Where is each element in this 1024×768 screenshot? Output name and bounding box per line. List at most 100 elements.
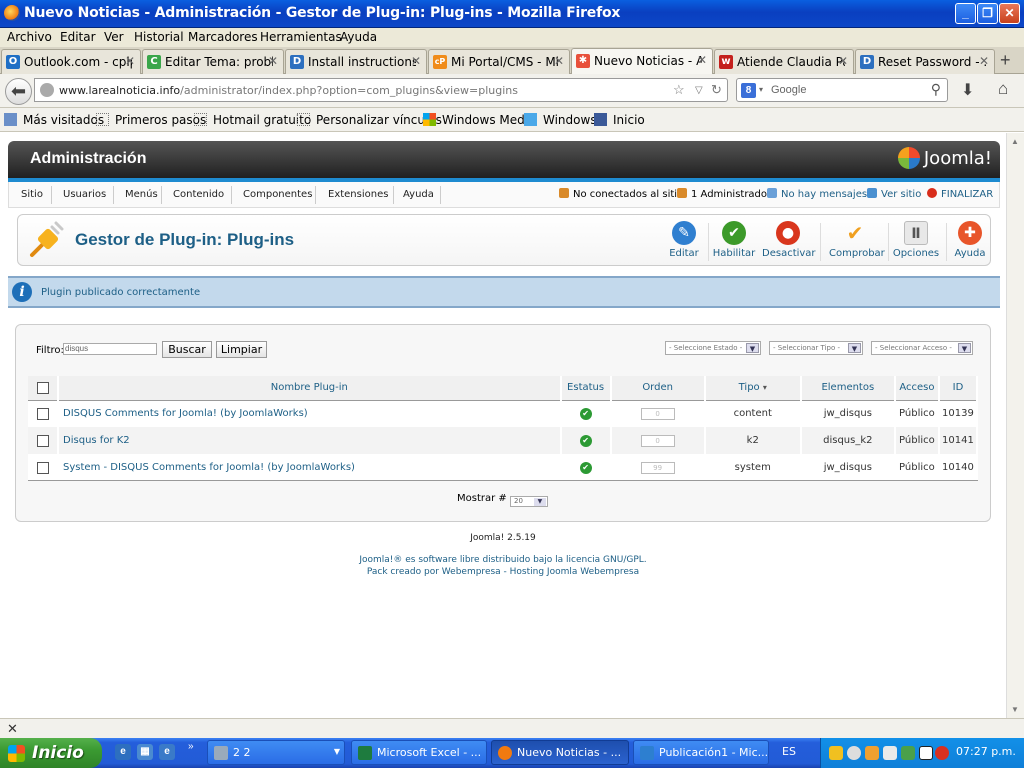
home-icon[interactable]: ⌂ xyxy=(998,79,1008,99)
published-check-icon[interactable]: ✔ xyxy=(579,434,592,447)
menu-menus[interactable]: Menús xyxy=(125,189,158,200)
tab-close-icon[interactable]: ✕ xyxy=(554,54,564,68)
bookmark-personalizar[interactable]: Personalizar vínculos xyxy=(297,113,442,127)
browser-icon[interactable]: e xyxy=(159,744,175,760)
url-bar[interactable]: www.larealnoticia.info/administrator/ind… xyxy=(34,78,728,102)
tab-close-icon[interactable]: ✕ xyxy=(411,54,421,68)
menu-ver[interactable]: Ver xyxy=(104,30,124,44)
tab-reset-password[interactable]: D Reset Password - ... ✕ xyxy=(855,49,995,74)
window-title-bar[interactable]: Nuevo Noticias - Administración - Gestor… xyxy=(0,0,1024,28)
scroll-up-icon[interactable]: ▲ xyxy=(1011,137,1019,146)
tray-app-icon[interactable] xyxy=(883,746,897,760)
bookmark-primeros-pasos[interactable]: Primeros pasos xyxy=(96,113,206,127)
tray-app-icon[interactable] xyxy=(847,746,861,760)
menu-historial[interactable]: Historial xyxy=(134,30,184,44)
messages-link[interactable]: No hay mensajes xyxy=(767,188,867,200)
menu-ayuda-admin[interactable]: Ayuda xyxy=(403,189,434,200)
quicklaunch-expand-icon[interactable]: » xyxy=(188,741,194,752)
help-button[interactable]: ✚ Ayuda xyxy=(944,221,996,259)
tab-mi-portal[interactable]: cP Mi Portal/CMS - Mi... ✕ xyxy=(428,49,570,74)
webempresa-link[interactable]: Pack creado por Webempresa - Hosting Joo… xyxy=(0,567,1006,577)
download-icon[interactable]: ⬇ xyxy=(961,80,974,100)
vertical-scrollbar[interactable]: ▲ ▼ xyxy=(1006,133,1024,718)
filter-search-input[interactable]: disqus xyxy=(63,343,157,355)
tab-atiende-claudia[interactable]: w Atiende Claudia Pa... ✕ xyxy=(714,49,854,74)
tray-app-icon[interactable] xyxy=(919,746,933,760)
header-type[interactable]: Tipo ▾ xyxy=(704,376,802,401)
shield-icon[interactable] xyxy=(829,746,843,760)
header-status[interactable]: Estatus xyxy=(560,376,612,401)
tray-app-icon[interactable] xyxy=(865,746,879,760)
disable-button[interactable]: ● Desactivar xyxy=(762,221,816,259)
view-site-link[interactable]: Ver sitio xyxy=(867,188,921,200)
row-checkbox[interactable] xyxy=(36,434,49,447)
search-icon[interactable]: ⚲ xyxy=(931,81,941,98)
menu-editar[interactable]: Editar xyxy=(60,30,96,44)
menu-extensiones[interactable]: Extensiones xyxy=(328,189,388,200)
menu-herramientas[interactable]: Herramientas xyxy=(260,30,342,44)
plugin-name-link[interactable]: Disqus for K2 xyxy=(58,427,562,454)
back-button[interactable]: ⬅ xyxy=(5,78,32,105)
clear-button[interactable]: Limpiar xyxy=(216,341,267,358)
access-select[interactable]: - Seleccionar Acceso - ▼ xyxy=(871,341,973,355)
engine-dropdown-icon[interactable]: ▾ xyxy=(759,85,763,94)
bookmark-mas-visitados[interactable]: Más visitados xyxy=(4,113,104,127)
row-checkbox[interactable] xyxy=(36,407,49,420)
task-excel[interactable]: Microsoft Excel - ... xyxy=(351,740,487,765)
tab-install-instructions[interactable]: D Install instructions ... ✕ xyxy=(285,49,427,74)
reload-icon[interactable]: ↻ xyxy=(711,82,722,98)
search-box[interactable]: 8 ▾ Google ⚲ xyxy=(736,78,948,102)
task-publisher[interactable]: Publicación1 - Mic... xyxy=(633,740,769,765)
header-name[interactable]: Nombre Plug-in xyxy=(58,376,562,401)
published-check-icon[interactable]: ✔ xyxy=(579,461,592,474)
header-id[interactable]: ID xyxy=(938,376,979,401)
edit-button[interactable]: ✎ Editar xyxy=(658,221,710,259)
network-icon[interactable] xyxy=(901,746,915,760)
limit-select[interactable]: 20 ▼ xyxy=(509,496,548,507)
logout-link[interactable]: FINALIZAR xyxy=(927,188,993,200)
order-input[interactable]: 99 xyxy=(640,461,675,474)
license-link[interactable]: Joomla!® es software libre distribuido b… xyxy=(0,555,1006,565)
checkin-button[interactable]: ✔ Comprobar xyxy=(829,221,885,259)
select-all-checkbox[interactable] xyxy=(36,381,49,394)
bookmark-inicio[interactable]: Inicio xyxy=(594,113,645,127)
header-element[interactable]: Elementos xyxy=(800,376,896,401)
order-input[interactable]: 0 xyxy=(640,434,675,447)
plugin-name-link[interactable]: DISQUS Comments for Joomla! (by JoomlaWo… xyxy=(58,400,562,427)
menu-sitio[interactable]: Sitio xyxy=(21,189,43,200)
menu-usuarios[interactable]: Usuarios xyxy=(63,189,106,200)
bookmark-windows-media[interactable]: Windows Media xyxy=(423,113,535,127)
bookmark-windows[interactable]: Windows xyxy=(524,113,597,127)
clock[interactable]: 07:27 p.m. xyxy=(956,745,1016,758)
scroll-down-icon[interactable]: ▼ xyxy=(1011,705,1019,714)
tab-nuevo-noticias[interactable]: ✱ Nuevo Noticias - A... ✕ xyxy=(571,48,713,75)
close-addon-bar-icon[interactable]: ✕ xyxy=(7,721,18,737)
tab-outlook[interactable]: O Outlook.com - cplp... ✕ xyxy=(1,49,141,74)
published-check-icon[interactable]: ✔ xyxy=(579,407,592,420)
bookmark-star-icon[interactable]: ☆ xyxy=(673,82,685,98)
menu-componentes[interactable]: Componentes xyxy=(243,189,312,200)
task-firefox[interactable]: Nuevo Noticias - ... xyxy=(491,740,629,765)
enable-button[interactable]: ✔ Habilitar xyxy=(708,221,760,259)
menu-archivo[interactable]: Archivo xyxy=(7,30,52,44)
menu-marcadores[interactable]: Marcadores xyxy=(188,30,258,44)
start-button[interactable]: Inicio xyxy=(0,738,102,768)
order-input[interactable]: 0 xyxy=(640,407,675,420)
close-window-button[interactable]: ✕ xyxy=(999,3,1020,24)
plugin-name-link[interactable]: System - DISQUS Comments for Joomla! (by… xyxy=(58,454,562,481)
history-dropdown-icon[interactable]: ▽ xyxy=(695,85,703,96)
tab-close-icon[interactable]: ✕ xyxy=(268,54,278,68)
desktop-icon[interactable]: ▦ xyxy=(137,744,153,760)
minimize-button[interactable]: _ xyxy=(955,3,976,24)
tab-close-icon[interactable]: ✕ xyxy=(697,53,707,67)
tab-close-icon[interactable]: ✕ xyxy=(979,54,989,68)
language-indicator[interactable]: ES xyxy=(782,745,796,758)
type-select[interactable]: - Seleccionar Tipo - ▼ xyxy=(769,341,863,355)
task-2-2[interactable]: 2 2 ▼ xyxy=(207,740,345,765)
options-button[interactable]: Ⅱ Opciones xyxy=(890,221,942,259)
tab-close-icon[interactable]: ✕ xyxy=(838,54,848,68)
bookmark-hotmail[interactable]: Hotmail gratuito xyxy=(194,113,311,127)
antivirus-icon[interactable] xyxy=(935,746,949,760)
new-tab-button[interactable]: + xyxy=(1000,50,1011,71)
google-engine-icon[interactable]: 8 xyxy=(741,83,756,98)
